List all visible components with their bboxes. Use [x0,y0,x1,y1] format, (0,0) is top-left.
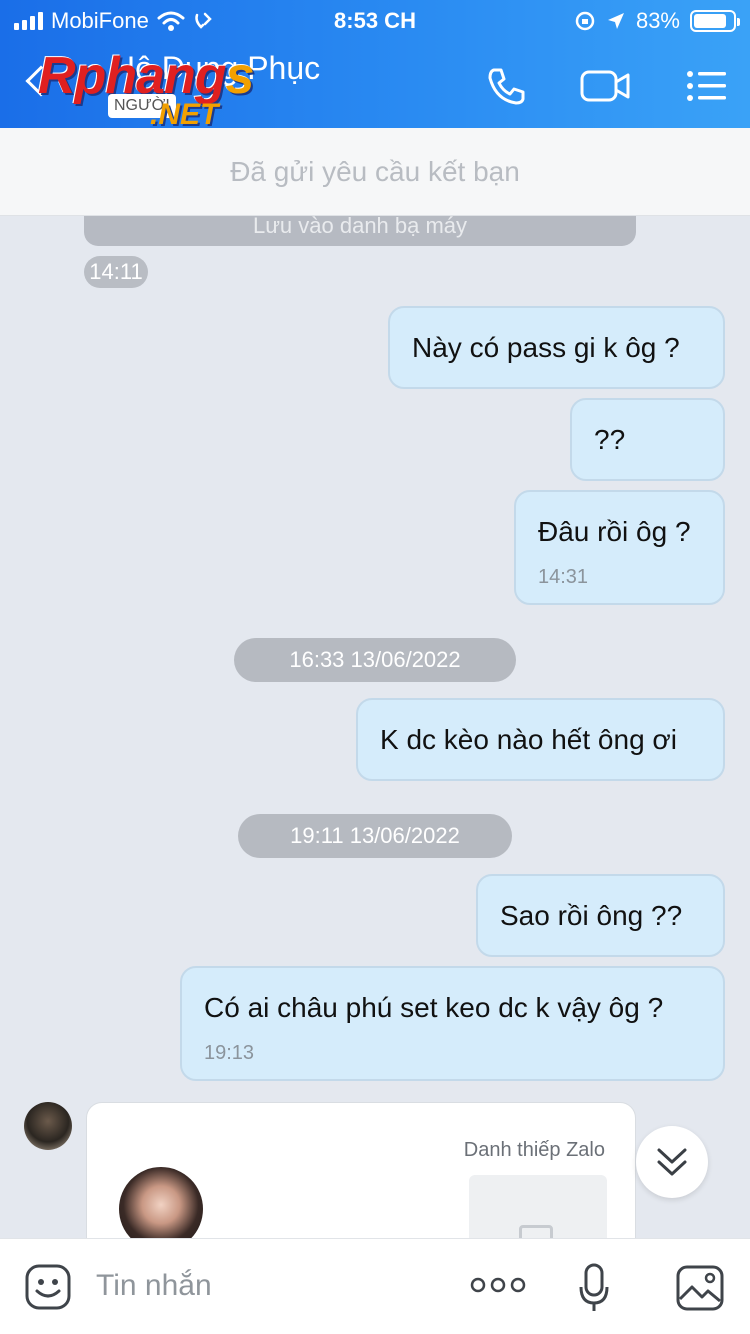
top-bar: MobiFone 8:53 CH 83% Hô Dung Phục Rphang… [0,0,750,131]
microphone-icon[interactable] [578,1263,610,1313]
outgoing-message[interactable]: Có ai châu phú set keo dc k vậy ôg ? 19:… [180,966,725,1081]
logo-net: .NET [150,98,219,131]
outgoing-message[interactable]: Này có pass gi k ôg ? [388,306,725,389]
battery-icon [690,10,740,32]
watermark-logo: Rphangs NGƯỜI .NET [38,46,268,132]
rotation-lock-icon [575,11,595,31]
friend-request-banner: Đã gửi yêu cầu kết bạn [0,128,750,216]
video-icon[interactable] [580,62,632,110]
message-time: 19:13 [204,1042,255,1064]
chat-header: Hô Dung Phục Rphangs NGƯỜI .NET [0,40,750,131]
scroll-to-bottom-button[interactable] [636,1126,708,1198]
message-input[interactable]: Tin nhắn [96,1269,212,1303]
outgoing-message[interactable]: Sao rồi ông ?? [476,874,725,957]
phone-icon[interactable] [482,62,530,110]
message-text: Đâu rồi ôg ? [538,516,691,547]
message-input-bar: Tin nhắn [0,1238,750,1334]
double-chevron-down-icon [657,1148,687,1176]
sticker-icon[interactable] [24,1263,72,1311]
menu-icon[interactable] [684,62,732,110]
date-separator: 16:33 13/06/2022 [234,638,516,682]
message-time: 14:31 [538,566,589,588]
outgoing-message[interactable]: Đâu rồi ôg ? 14:31 [514,490,725,605]
message-time: 14:11 [84,256,148,288]
previous-card-action[interactable]: Lưu vào danh bạ máy [84,216,636,246]
qr-placeholder [469,1175,607,1238]
status-right: 83% [574,8,740,34]
card-avatar [119,1167,203,1238]
contact-card[interactable]: Danh thiếp Zalo [86,1102,636,1238]
image-icon[interactable] [676,1265,724,1311]
status-bar: MobiFone 8:53 CH 83% [0,0,750,40]
location-icon [607,13,624,29]
more-options-icon[interactable] [470,1273,526,1297]
date-separator: 19:11 13/06/2022 [238,814,512,858]
sender-avatar[interactable] [24,1102,72,1150]
qr-icon [519,1225,553,1238]
battery-level [694,14,726,28]
message-text: Có ai châu phú set keo dc k vậy ôg ? [204,992,664,1023]
battery-percent: 83% [635,8,680,33]
outgoing-message[interactable]: K dc kèo nào hết ông ơi [356,698,725,781]
message-text: Này có pass gi k ôg ? [412,332,680,363]
message-list[interactable]: Lưu vào danh bạ máy 14:11 Này có pass gi… [0,216,750,1238]
card-label: Danh thiếp Zalo [463,1139,605,1161]
message-text: ?? [594,424,626,455]
message-text: Sao rồi ông ?? [500,900,683,931]
message-text: K dc kèo nào hết ông ơi [380,724,678,755]
outgoing-message[interactable]: ?? [570,398,725,481]
